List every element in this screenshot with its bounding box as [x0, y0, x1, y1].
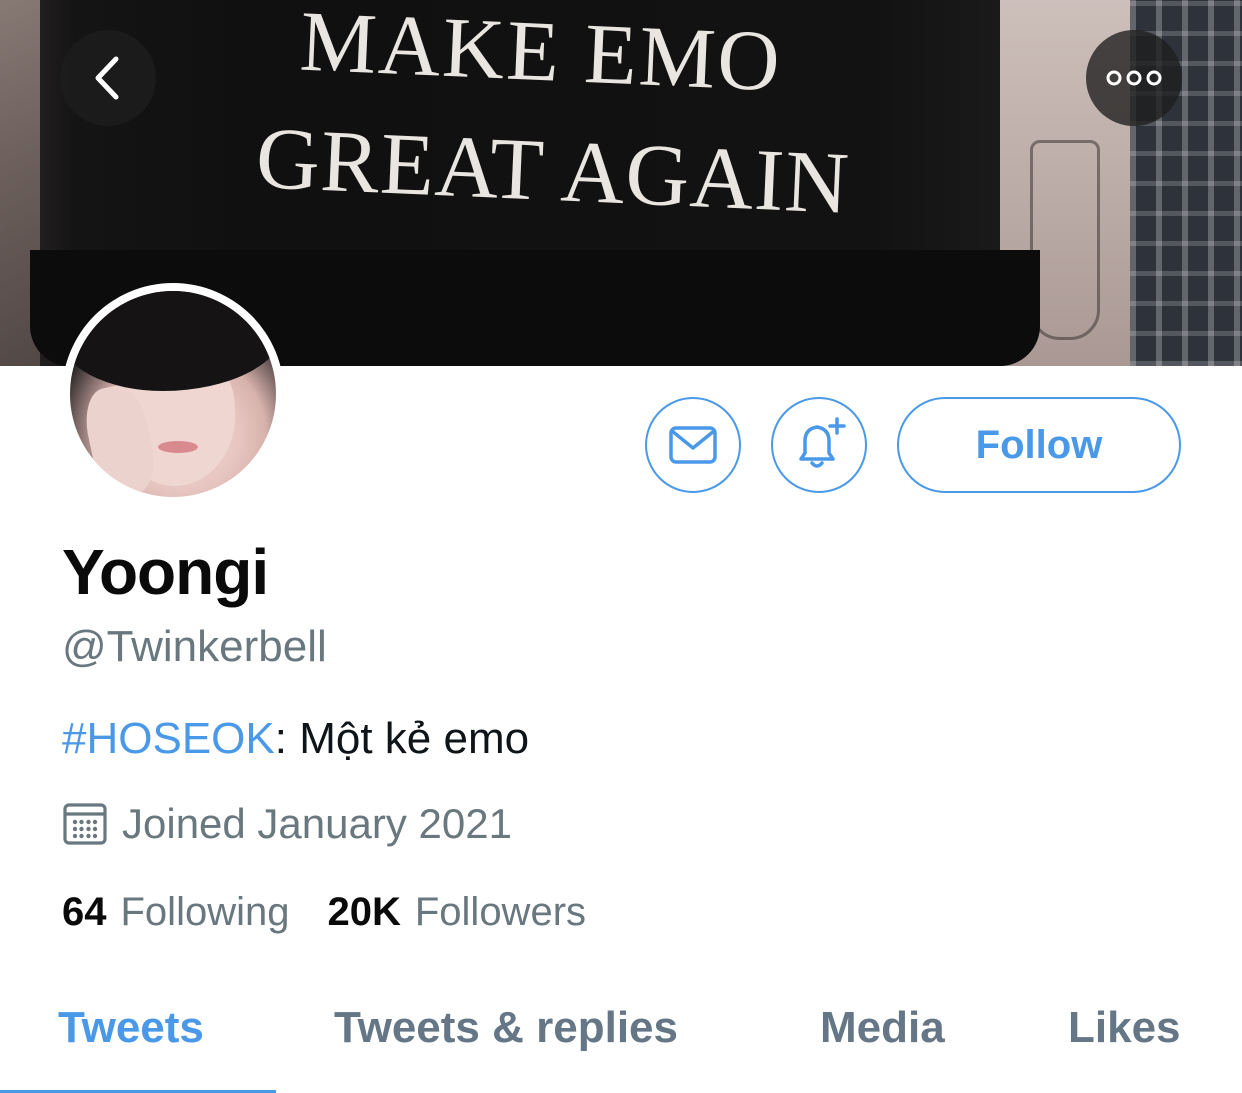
tab-likes[interactable]: Likes: [1068, 1003, 1181, 1053]
bell-plus-icon: [799, 417, 846, 468]
profile-tabs: Tweets Tweets & replies Media Likes: [0, 995, 1242, 1093]
following-link[interactable]: 64 Following: [62, 890, 289, 935]
joined-date: Joined January 2021: [62, 800, 512, 848]
message-button[interactable]: [645, 397, 741, 493]
banner-tattoo: [1030, 140, 1100, 340]
tab-tweets-and-replies[interactable]: Tweets & replies: [334, 1003, 678, 1053]
bio: #HOSEOK: Một kẻ emo: [62, 714, 529, 764]
banner-text-line1: MAKE EMO: [298, 0, 784, 110]
followers-count: 20K: [327, 890, 401, 934]
bio-hashtag-link[interactable]: #HOSEOK: [62, 714, 275, 763]
more-button[interactable]: [1086, 30, 1182, 126]
mail-icon: [669, 426, 717, 464]
avatar-photo: [70, 291, 276, 497]
follow-button[interactable]: Follow: [897, 397, 1181, 493]
tab-tweets[interactable]: Tweets: [58, 1003, 204, 1053]
back-button[interactable]: [60, 30, 156, 126]
calendar-icon: [63, 803, 107, 845]
joined-text: Joined January 2021: [122, 800, 512, 847]
following-count: 64: [62, 890, 107, 934]
followers-link[interactable]: 20K Followers: [327, 890, 586, 935]
following-label: Following: [120, 890, 290, 934]
more-horizontal-icon: [1106, 70, 1162, 86]
followers-label: Followers: [414, 890, 587, 934]
follow-stats: 64 Following 20K Followers: [62, 890, 586, 935]
bio-text: : Một kẻ emo: [274, 714, 530, 763]
tab-media[interactable]: Media: [820, 1003, 945, 1053]
display-name: Yoongi: [62, 536, 269, 608]
banner-text-line2: GREAT AGAIN: [254, 110, 852, 233]
chevron-left-icon: [95, 56, 119, 100]
notifications-button[interactable]: [771, 397, 867, 493]
user-handle: @Twinkerbell: [62, 622, 327, 671]
avatar[interactable]: [62, 283, 284, 505]
